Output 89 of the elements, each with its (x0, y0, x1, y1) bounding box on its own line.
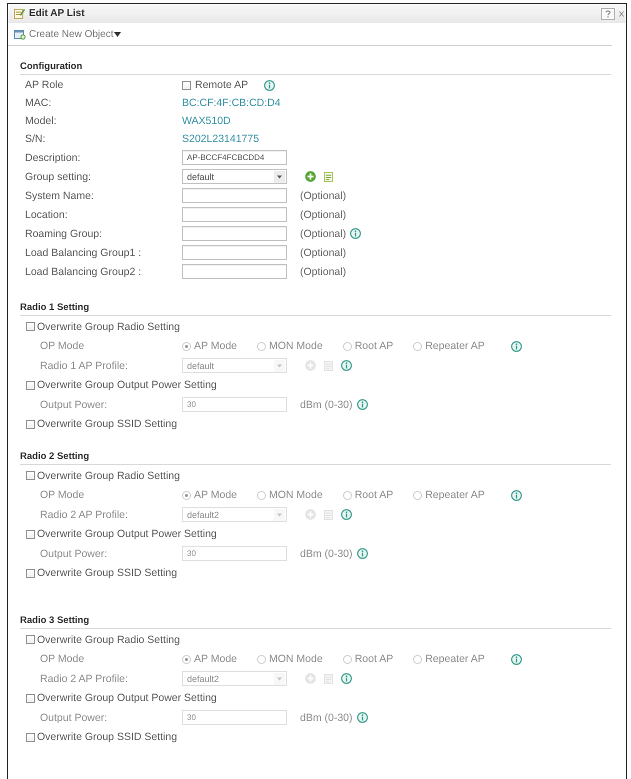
field-label: Radio 2 AP Profile: (40, 508, 129, 521)
radio-label: AP Mode (194, 489, 237, 502)
checkbox[interactable] (26, 732, 35, 742)
field-label: Output Power: (40, 398, 108, 411)
optional-note: (Optional) (300, 246, 346, 258)
input-field[interactable] (182, 245, 287, 260)
edit-icon[interactable] (324, 172, 333, 182)
caret-icon (274, 672, 285, 685)
input-field[interactable]: AP-BCCF4FCBCDD4 (182, 150, 287, 165)
field-label: OP Mode (40, 340, 86, 352)
field-label: Load Balancing Group1 : (25, 246, 142, 258)
info-icon[interactable] (350, 228, 362, 239)
range-note: dBm (0-30) (300, 712, 353, 724)
field-label: MAC: (25, 97, 52, 109)
checkbox[interactable] (26, 568, 35, 578)
checkbox[interactable] (26, 635, 35, 644)
checkbox[interactable] (26, 471, 35, 480)
add-window-icon (14, 28, 26, 40)
radio-label: AP Mode (194, 340, 237, 352)
input-field[interactable] (182, 188, 287, 203)
field-label: Radio 1 AP Profile: (40, 360, 129, 372)
window-title: Edit AP List (29, 8, 85, 19)
input-field[interactable] (182, 207, 287, 222)
checkbox[interactable] (26, 322, 35, 332)
caret-icon (274, 170, 285, 182)
radio-label: Repeater AP (425, 340, 485, 352)
checkbox[interactable] (26, 420, 35, 429)
info-icon[interactable] (264, 80, 276, 90)
radio-label: Repeater AP (425, 653, 485, 666)
checkbox-label: Overwrite Group Output Power Setting (37, 379, 217, 392)
create-object-menu[interactable]: Create New Object (29, 28, 122, 40)
close-icon[interactable] (619, 10, 624, 18)
checkbox[interactable] (26, 380, 35, 390)
help-icon[interactable] (601, 8, 615, 20)
checkbox[interactable] (26, 694, 35, 703)
checkbox-label: Overwrite Group Radio Setting (37, 320, 180, 333)
field-label: Output Power: (40, 548, 108, 560)
checkbox-label: Overwrite Group Output Power Setting (37, 692, 217, 704)
optional-note: (Optional) (300, 266, 346, 278)
optional-note: (Optional) (300, 190, 346, 202)
input-field[interactable] (182, 226, 287, 241)
checkbox-label: Overwrite Group SSID Setting (37, 567, 178, 580)
dropdown[interactable]: default (182, 169, 287, 184)
radio-label: Root AP (354, 653, 394, 666)
section-title: Radio 3 Setting (20, 614, 611, 629)
radio-label: AP Mode (194, 653, 237, 666)
field-value: WAX510D (182, 115, 231, 127)
field-label: OP Mode (40, 489, 86, 502)
field-label: Group setting: (25, 170, 92, 182)
field-value: BC:CF:4F:CB:CD:D4 (182, 97, 281, 109)
radio-label: MON Mode (269, 489, 323, 502)
checkbox[interactable] (182, 80, 191, 90)
field-label: Description: (25, 152, 82, 164)
radio-label: Repeater AP (425, 489, 485, 502)
range-note: dBm (0-30) (300, 548, 353, 560)
caret-icon (114, 32, 122, 36)
checkbox-label: Overwrite Group Radio Setting (37, 634, 180, 646)
field-label: Output Power: (40, 712, 108, 724)
field-value: S202L23141775 (182, 133, 260, 145)
field-label: System Name: (25, 190, 95, 202)
caret-icon (274, 360, 285, 372)
add-icon[interactable] (305, 171, 316, 182)
optional-note: (Optional) (300, 208, 346, 220)
range-note: dBm (0-30) (300, 398, 353, 411)
radio-label: MON Mode (269, 653, 323, 666)
checkbox-label: Overwrite Group SSID Setting (37, 418, 178, 430)
field-label: Radio 2 AP Profile: (40, 672, 129, 685)
checkbox-label: Overwrite Group Radio Setting (37, 470, 180, 482)
field-label: Load Balancing Group2 : (25, 266, 142, 278)
field-label: S/N: (25, 133, 46, 145)
checkbox-label: Overwrite Group Output Power Setting (37, 528, 217, 540)
radio-label: Root AP (354, 340, 394, 352)
section-title: Radio 1 Setting (20, 301, 611, 316)
radio-label: Root AP (354, 489, 394, 502)
field-label: Location: (25, 208, 69, 220)
radio-label: MON Mode (269, 340, 323, 352)
input-field[interactable] (182, 264, 287, 279)
field-label: Roaming Group: (25, 228, 104, 240)
section-title: Radio 2 Setting (20, 450, 611, 465)
section-title: Configuration (20, 60, 611, 75)
optional-note: (Optional) (300, 228, 346, 240)
field-label: OP Mode (40, 653, 86, 666)
checkbox-label: Overwrite Group SSID Setting (37, 731, 178, 744)
notepad-icon (14, 8, 25, 19)
caret-icon (274, 508, 285, 521)
checkbox-label: Remote AP (195, 79, 248, 91)
field-label: Model: (25, 115, 58, 127)
field-label: AP Role (25, 79, 64, 91)
checkbox[interactable] (26, 530, 35, 539)
